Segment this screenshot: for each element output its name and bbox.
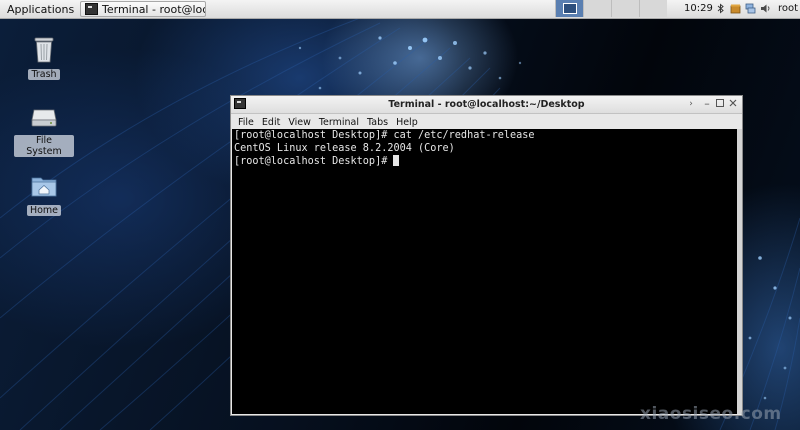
package-updates-icon[interactable] xyxy=(730,3,741,14)
menu-tabs[interactable]: Tabs xyxy=(363,117,392,128)
taskbar-terminal-button[interactable]: Terminal - root@localh... xyxy=(80,1,206,17)
terminal-output[interactable]: [root@localhost Desktop]# cat /etc/redha… xyxy=(232,129,737,414)
bluetooth-icon[interactable] xyxy=(715,3,726,14)
workspace-4[interactable] xyxy=(639,0,667,17)
desktop-icon-label: File System xyxy=(14,135,74,157)
menu-file[interactable]: File xyxy=(234,117,258,128)
applications-label: Applications xyxy=(7,2,75,16)
desktop-icon-label: Trash xyxy=(28,69,60,80)
panel-clock[interactable]: 10:29 xyxy=(684,3,713,14)
applications-menu-button[interactable]: Applications xyxy=(0,0,76,18)
menu-edit[interactable]: Edit xyxy=(258,117,284,128)
watermark: xiaosiseo.com xyxy=(640,404,782,424)
terminal-line: CentOS Linux release 8.2.2004 (Core) xyxy=(234,142,455,154)
top-panel: Applications Terminal - root@localh... 1… xyxy=(0,0,800,19)
terminal-line: [root@localhost Desktop]# cat /etc/redha… xyxy=(234,130,535,141)
home-folder-icon xyxy=(31,177,57,197)
window-preview-icon xyxy=(562,3,577,14)
terminal-icon xyxy=(85,3,98,15)
window-menu-button[interactable]: › xyxy=(686,99,696,109)
window-title: Terminal - root@localhost:~/Desktop xyxy=(388,99,585,110)
hard-drive-icon xyxy=(31,109,57,127)
terminal-prompt: [root@localhost Desktop]# xyxy=(234,156,394,167)
menu-view[interactable]: View xyxy=(284,117,315,128)
desktop-icon-home[interactable]: Home xyxy=(14,172,74,216)
desktop-icon-label: Home xyxy=(26,205,62,216)
volume-icon[interactable] xyxy=(760,3,771,14)
network-icon[interactable] xyxy=(745,3,756,14)
window-titlebar[interactable]: Terminal - root@localhost:~/Desktop › – xyxy=(231,96,742,114)
terminal-scrollbar[interactable] xyxy=(737,129,742,414)
user-menu[interactable]: root xyxy=(778,3,798,14)
text-cursor xyxy=(393,155,400,166)
workspace-switcher xyxy=(555,0,667,18)
menu-help[interactable]: Help xyxy=(392,117,422,128)
close-icon xyxy=(729,99,737,107)
close-button[interactable] xyxy=(728,99,738,109)
menu-terminal[interactable]: Terminal xyxy=(315,117,363,128)
workspace-1[interactable] xyxy=(555,0,583,17)
terminal-window: Terminal - root@localhost:~/Desktop › – … xyxy=(230,95,743,416)
maximize-icon xyxy=(716,99,724,107)
workspace-3[interactable] xyxy=(611,0,639,17)
taskbar-terminal-label: Terminal - root@localh... xyxy=(102,2,205,16)
trash-icon xyxy=(34,37,54,63)
maximize-button[interactable] xyxy=(715,99,725,109)
minimize-button[interactable]: – xyxy=(702,98,712,109)
desktop-icon-trash[interactable]: Trash xyxy=(14,34,74,80)
terminal-menubar: File Edit View Terminal Tabs Help xyxy=(231,114,742,130)
terminal-prompt-line: [root@localhost Desktop]# xyxy=(234,155,735,169)
desktop-icon-file-system[interactable]: File System xyxy=(14,104,74,157)
workspace-2[interactable] xyxy=(583,0,611,17)
